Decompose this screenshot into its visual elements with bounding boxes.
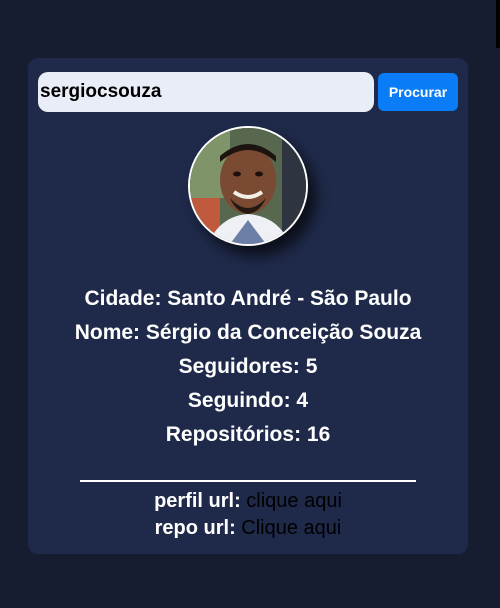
profile-url-label: perfil url:: [154, 490, 241, 512]
search-button[interactable]: Procurar: [378, 73, 458, 111]
search-bar: Procurar: [38, 72, 458, 112]
repo-url-link[interactable]: Clique aqui: [241, 517, 341, 539]
profile-url-row: perfil url: clique aqui: [28, 488, 468, 515]
profile-links: perfil url: clique aqui repo url: Clique…: [28, 488, 468, 542]
scrollbar-edge[interactable]: [496, 0, 500, 48]
divider: [80, 480, 416, 482]
following-text: Seguindo: 4: [187, 389, 309, 412]
repositories-text: Repositórios: 16: [165, 423, 331, 446]
profile-card: Procurar Cidade: Santo André - São Paulo…: [28, 58, 468, 554]
profile-url-link[interactable]: clique aqui: [246, 490, 342, 512]
profile-info: Cidade: Santo André - São Paulo Nome: Sé…: [28, 282, 468, 452]
avatar-photo: [190, 128, 306, 244]
search-input[interactable]: [38, 72, 374, 112]
city-text: Cidade: Santo André - São Paulo: [84, 287, 412, 310]
name-text: Nome: Sérgio da Conceição Souza: [74, 321, 422, 344]
repo-url-row: repo url: Clique aqui: [28, 515, 468, 542]
followers-text: Seguidores: 5: [178, 355, 318, 378]
repo-url-label: repo url:: [154, 517, 236, 539]
avatar: [188, 126, 308, 246]
